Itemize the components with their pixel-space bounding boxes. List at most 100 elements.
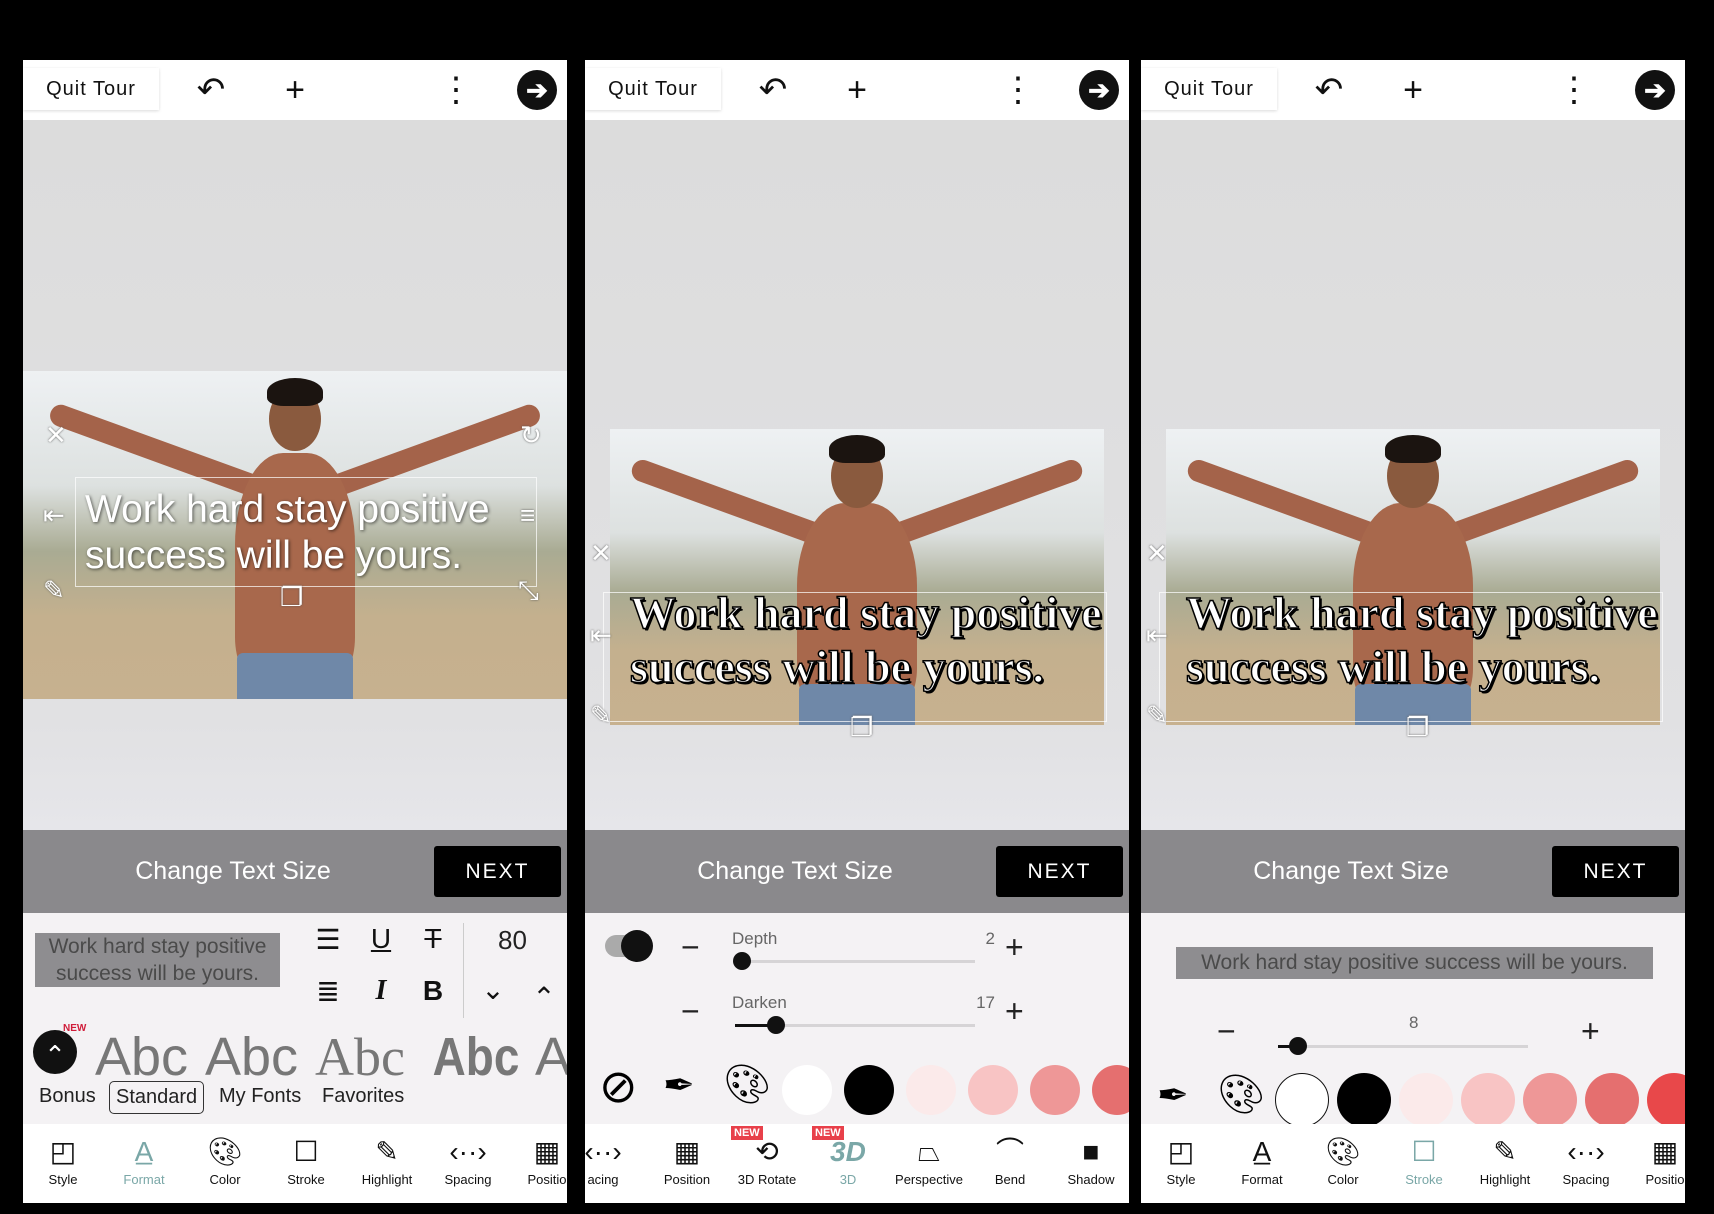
underline-icon[interactable]: U <box>363 923 399 955</box>
nav-style[interactable]: ◰ Style <box>1141 1132 1221 1187</box>
color-swatch[interactable] <box>1461 1073 1515 1127</box>
color-swatch[interactable] <box>844 1065 894 1115</box>
canvas-text[interactable]: Work hard stay positive success will be … <box>629 586 1102 694</box>
nav-highlight[interactable]: ✎ Highlight <box>347 1132 427 1187</box>
font-sample[interactable]: Abc <box>315 1026 405 1088</box>
color-swatch[interactable] <box>1585 1073 1639 1127</box>
nav-color[interactable]: 🎨︎ Color <box>1303 1132 1383 1187</box>
depth-slider[interactable] <box>735 960 975 963</box>
color-swatch[interactable] <box>1523 1073 1577 1127</box>
justify-icon[interactable]: ≣ <box>310 975 346 1008</box>
nav-position[interactable]: ▦ Position <box>647 1132 727 1187</box>
depth-minus-button[interactable]: − <box>681 929 700 966</box>
editor-canvas[interactable]: Work hard stay positive success will be … <box>585 120 1129 830</box>
nav-stroke[interactable]: ☐ Stroke <box>266 1132 346 1187</box>
next-button[interactable]: NEXT <box>996 846 1123 897</box>
next-button[interactable]: NEXT <box>434 846 561 897</box>
nav-spacing[interactable]: ‹··› Spacing <box>1546 1132 1626 1187</box>
stroke-minus-button[interactable]: − <box>1217 1013 1236 1050</box>
canvas-text[interactable]: Work hard stay positive success will be … <box>85 487 490 579</box>
duplicate-handle-icon[interactable]: ❐ <box>1406 712 1429 743</box>
next-arrow-icon[interactable]: ➔ <box>1079 70 1119 110</box>
quit-tour-button[interactable]: Quit Tour <box>1141 68 1277 110</box>
nav-style[interactable]: ◰ Style <box>23 1132 103 1187</box>
stroke-width-slider[interactable] <box>1278 1045 1528 1048</box>
font-tab-bonus[interactable]: Bonus <box>33 1081 102 1112</box>
resize-width-handle-icon[interactable]: ⇤ <box>590 620 612 651</box>
editor-canvas[interactable]: Work hard stay positive success will be … <box>1141 120 1685 830</box>
nav-stroke[interactable]: ☐ Stroke <box>1384 1132 1464 1187</box>
undo-icon[interactable]: ↶ <box>193 71 229 109</box>
edit-handle-icon[interactable]: ✎ <box>1146 700 1168 731</box>
palette-icon[interactable]: 🎨︎ <box>723 1063 771 1107</box>
eyedropper-icon[interactable]: ✒ <box>1157 1073 1189 1118</box>
nav-positio[interactable]: ▦ Positio <box>1625 1132 1685 1187</box>
duplicate-handle-icon[interactable]: ❐ <box>280 582 303 613</box>
font-sample[interactable]: Abc <box>95 1026 188 1088</box>
nav-highlight[interactable]: ✎ Highlight <box>1465 1132 1545 1187</box>
collapse-fonts-button[interactable]: ⌃ <box>33 1030 77 1074</box>
nav-shadow[interactable]: ■ Shadow <box>1051 1132 1129 1187</box>
text-preview[interactable]: Work hard stay positive success will be y… <box>35 933 280 987</box>
italic-icon[interactable]: I <box>363 975 399 1007</box>
delete-handle-icon[interactable]: ✕ <box>590 538 612 569</box>
color-swatch[interactable] <box>1275 1073 1329 1127</box>
more-vertical-icon[interactable]: ⋮ <box>1000 71 1036 109</box>
color-swatch[interactable] <box>1337 1073 1391 1127</box>
stroke-plus-button[interactable]: + <box>1581 1013 1600 1050</box>
font-sample[interactable]: Abc <box>433 1026 520 1088</box>
font-sample[interactable]: A <box>535 1026 567 1088</box>
nav-3d-rotate[interactable]: NEW ⟲ 3D Rotate <box>727 1126 807 1187</box>
next-button[interactable]: NEXT <box>1552 846 1679 897</box>
canvas-text[interactable]: Work hard stay positive success will be … <box>1185 586 1658 694</box>
nav-perspective[interactable]: ⏢ Perspective <box>889 1132 969 1187</box>
palette-icon[interactable]: 🎨︎ <box>1217 1073 1265 1117</box>
text-preview[interactable]: Work hard stay positive success will be … <box>1176 947 1653 979</box>
no-color-icon[interactable]: ⊘ <box>599 1063 638 1109</box>
resize-width-handle-icon[interactable]: ⇤ <box>1146 620 1168 651</box>
font-tab-standard[interactable]: Standard <box>109 1081 205 1114</box>
font-sample[interactable]: Abc <box>205 1026 298 1088</box>
nav-color[interactable]: 🎨︎ Color <box>185 1132 265 1187</box>
add-icon[interactable]: + <box>1395 71 1431 109</box>
color-swatch[interactable] <box>782 1065 832 1115</box>
3d-toggle[interactable] <box>605 930 653 962</box>
quit-tour-button[interactable]: Quit Tour <box>23 68 159 110</box>
more-vertical-icon[interactable]: ⋮ <box>1556 71 1592 109</box>
font-tab-favorites[interactable]: Favorites <box>316 1081 410 1112</box>
color-swatch[interactable] <box>1092 1065 1129 1115</box>
bold-icon[interactable]: B <box>415 975 451 1007</box>
editor-canvas[interactable]: Work hard stay positive success will be … <box>23 120 567 830</box>
nav-bend[interactable]: ⌒ Bend <box>970 1132 1050 1187</box>
darken-minus-button[interactable]: − <box>681 993 700 1030</box>
delete-handle-icon[interactable]: ✕ <box>1146 538 1168 569</box>
size-increase-icon[interactable]: ⌃ <box>526 981 562 1014</box>
next-arrow-icon[interactable]: ➔ <box>517 70 557 110</box>
duplicate-handle-icon[interactable]: ❐ <box>850 712 873 743</box>
font-tab-my-fonts[interactable]: My Fonts <box>213 1081 307 1112</box>
stroke-slider-knob[interactable] <box>1289 1037 1307 1055</box>
more-vertical-icon[interactable]: ⋮ <box>438 71 474 109</box>
color-swatch[interactable] <box>1399 1073 1453 1127</box>
delete-handle-icon[interactable]: ✕ <box>45 420 67 451</box>
scale-handle-icon[interactable]: ⤡ <box>518 575 539 607</box>
strikethrough-icon[interactable]: T <box>415 923 451 955</box>
align-left-icon[interactable]: ☰ <box>310 923 346 956</box>
add-icon[interactable]: + <box>277 71 313 109</box>
nav-format[interactable]: A̲ Format <box>104 1132 184 1187</box>
eyedropper-icon[interactable]: ✒ <box>663 1063 695 1108</box>
depth-slider-knob[interactable] <box>733 952 752 970</box>
next-arrow-icon[interactable]: ➔ <box>1635 70 1675 110</box>
quit-tour-button[interactable]: Quit Tour <box>585 68 721 110</box>
size-decrease-icon[interactable]: ⌄ <box>475 973 511 1006</box>
rotate-handle-icon[interactable]: ↻ <box>520 420 542 451</box>
darken-slider-knob[interactable] <box>766 1016 785 1034</box>
nav-positio[interactable]: ▦ Positio <box>507 1132 567 1187</box>
depth-plus-button[interactable]: + <box>1005 929 1024 966</box>
add-icon[interactable]: + <box>839 71 875 109</box>
color-swatch[interactable] <box>1030 1065 1080 1115</box>
undo-icon[interactable]: ↶ <box>1311 71 1347 109</box>
nav-format[interactable]: A̲ Format <box>1222 1132 1302 1187</box>
color-swatch[interactable] <box>1647 1073 1685 1127</box>
resize-width-handle-icon[interactable]: ⇤ <box>43 500 65 531</box>
